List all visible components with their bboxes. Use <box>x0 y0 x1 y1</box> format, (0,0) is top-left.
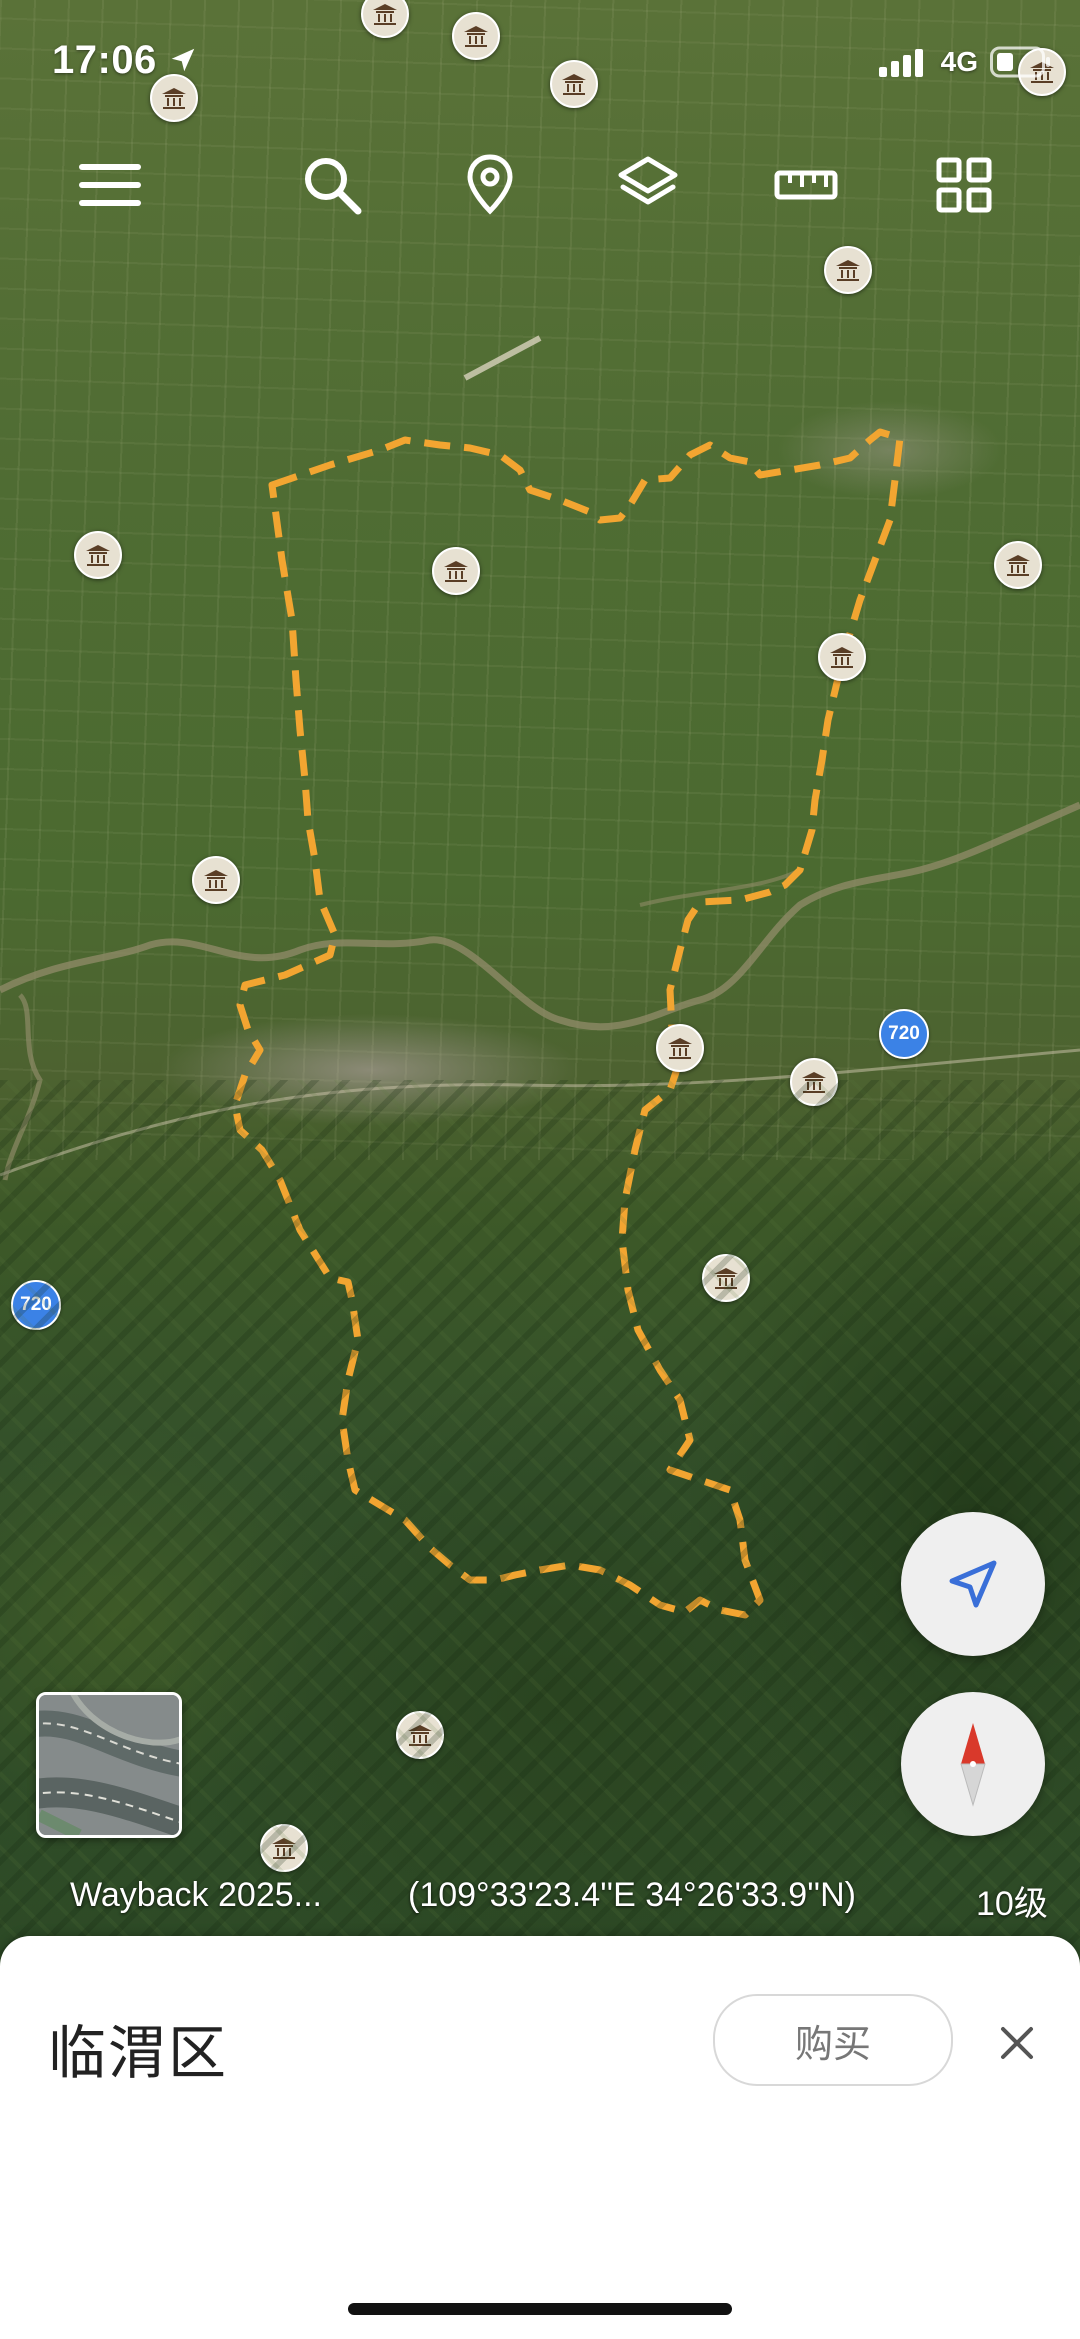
battery-icon <box>990 46 1050 78</box>
place-bottom-sheet: 临渭区 购买 <box>0 1936 1080 2339</box>
poi-temple-icon[interactable] <box>818 633 866 681</box>
poi-temple-icon[interactable] <box>550 60 598 108</box>
map-overlay <box>0 335 1080 1619</box>
network-label: 4G <box>940 46 978 77</box>
poi-temple-icon[interactable] <box>994 541 1042 589</box>
status-time: 17:06 <box>52 38 198 83</box>
poi-temple-icon[interactable] <box>74 531 122 579</box>
poi-temple-icon[interactable] <box>452 12 500 60</box>
zoom-level: 10级 <box>976 1885 1048 1923</box>
imagery-source: Wayback 2025... <box>70 1876 322 1914</box>
time-label: 17:06 <box>52 38 157 82</box>
road-720-badge: 720 <box>11 1280 61 1330</box>
location-button[interactable] <box>450 150 530 220</box>
poi-temple-icon[interactable] <box>790 1058 838 1106</box>
layers-button[interactable] <box>608 150 688 220</box>
location-arrow-icon <box>172 48 195 72</box>
location-pin-icon <box>467 154 513 215</box>
place-title: 临渭区 <box>48 2019 229 2087</box>
poi-temple-icon[interactable] <box>824 246 872 294</box>
grid-icon <box>936 157 992 213</box>
status-indicators: 4G <box>877 46 1052 78</box>
buy-button[interactable]: 购买 <box>713 1994 953 2086</box>
coordinates-readout: (109°33'23.4''E 34°26'33.9''N) <box>408 1876 856 1914</box>
poi-temple-icon[interactable] <box>432 547 480 595</box>
signal-icon <box>878 49 923 77</box>
map-style-thumbnail[interactable] <box>36 1692 182 1838</box>
river <box>0 801 1080 1031</box>
satellite-map[interactable]: 720 720 <box>0 0 1080 1960</box>
menu-icon <box>79 164 141 206</box>
road-720-badge: 720 <box>879 1009 929 1059</box>
search-button[interactable] <box>292 150 372 220</box>
road-map-thumbnail-icon <box>39 1695 179 1835</box>
road <box>0 1048 1080 1177</box>
river-2 <box>2 993 43 1181</box>
search-icon <box>305 158 362 215</box>
navigation-arrow-icon <box>949 1560 997 1608</box>
measure-button[interactable] <box>766 150 846 220</box>
runway <box>463 335 542 381</box>
compass-icon <box>960 1723 986 1807</box>
layers-icon <box>618 156 678 205</box>
compass-button[interactable] <box>901 1692 1045 1836</box>
poi-temple-icon[interactable] <box>702 1254 750 1302</box>
poi-temple-icon[interactable] <box>192 856 240 904</box>
my-location-button[interactable] <box>901 1512 1045 1656</box>
ruler-icon <box>774 170 838 200</box>
poi-temple-icon[interactable] <box>260 1824 308 1872</box>
close-button[interactable] <box>990 2016 1044 2070</box>
menu-button[interactable] <box>70 150 150 220</box>
home-indicator[interactable] <box>348 2303 732 2315</box>
poi-temple-icon[interactable] <box>656 1024 704 1072</box>
grid-button[interactable] <box>924 150 1004 220</box>
poi-temple-icon[interactable] <box>396 1711 444 1759</box>
close-icon <box>1001 2027 1033 2059</box>
